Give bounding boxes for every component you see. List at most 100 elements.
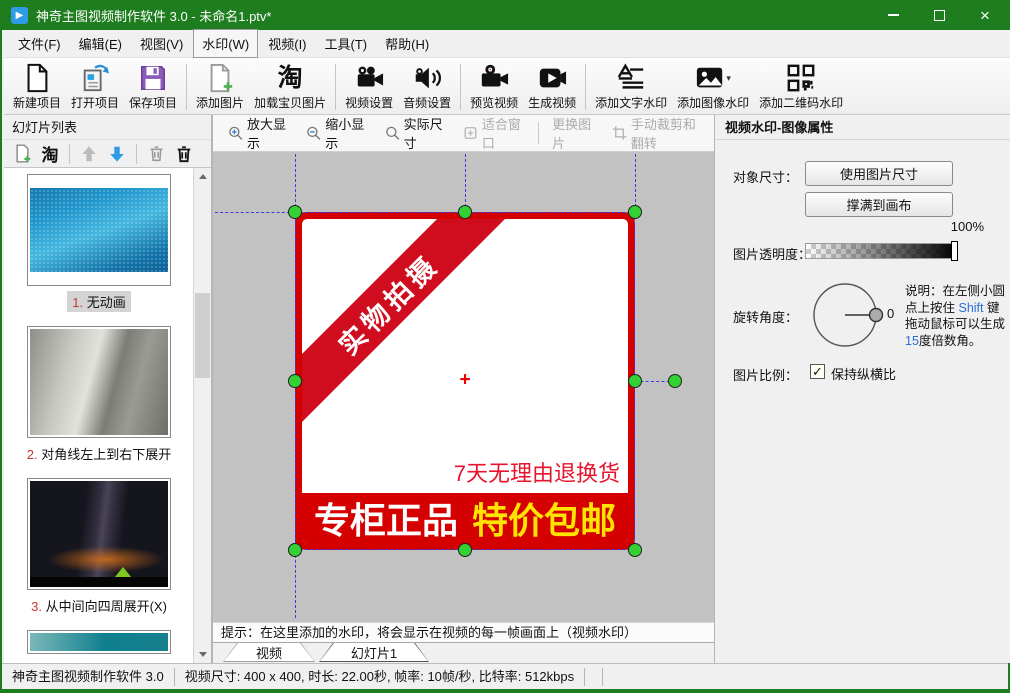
fit-window-button[interactable]: 适合窗口 [456,110,532,156]
menu-help[interactable]: 帮助(H) [377,30,437,57]
replace-image-button[interactable]: 更换图片 [545,110,603,156]
scroll-up-button[interactable] [194,168,211,185]
load-taobao-images-button[interactable]: 淘 加载宝贝图片 [249,61,331,113]
keep-aspect-label: 保持纵横比 [831,364,896,383]
ratio-label: 图片比例： [733,365,798,384]
keep-aspect-checkbox[interactable]: ✓ [810,364,825,379]
canvas[interactable]: 实物拍摄 7天无理由退换货 专柜正品 特价包邮 + [213,152,714,622]
add-qrcode-watermark-button[interactable]: 添加二维码水印 [754,61,848,113]
crop-flip-button[interactable]: 手动裁剪和翻转 [605,110,714,156]
statusbar-app-name: 神奇主图视频制作软件 3.0 [2,668,175,686]
guide-line [215,212,295,213]
zoom-out-button[interactable]: 缩小显示 [299,110,375,156]
handle-bottom-right[interactable] [628,543,642,557]
minimize-button[interactable] [870,0,916,30]
add-slide-button[interactable] [10,142,34,166]
add-text-watermark-button[interactable]: 添加文字水印 [590,61,672,113]
use-image-size-button[interactable]: 使用图片尺寸 [805,161,953,186]
move-up-button[interactable] [77,142,101,166]
open-project-button[interactable]: 打开项目 [66,61,124,113]
add-image-button[interactable]: 添加图片 [191,61,249,113]
slide-2-thumbnail[interactable] [30,329,168,435]
generate-video-button[interactable]: 生成视频 [523,61,581,113]
add-slide-icon [13,144,32,163]
preview-video-icon [479,63,509,93]
slide-3-thumbnail[interactable] [30,481,168,587]
zoom-in-icon [228,124,243,142]
text-watermark-icon [616,63,646,93]
slide-item-2[interactable]: 2. 对角线左上到右下展开 [4,326,194,464]
statusbar-video-info: 视频尺寸: 400 x 400, 时长: 22.00秒, 帧率: 10帧/秒, … [175,668,585,686]
chevron-down-icon: ▾ [726,73,731,84]
taobao-icon: 淘 [278,66,303,91]
fill-canvas-button[interactable]: 撑满到画布 [805,192,953,217]
new-project-button[interactable]: 新建项目 [8,61,66,113]
app-window: ▶ 神奇主图视频制作软件 3.0 - 未命名1.ptv* × 文件(F) 编辑(… [0,0,1010,693]
trash-all-icon [175,145,193,163]
scrollbar-thumb[interactable] [195,293,210,378]
slide-item-1[interactable]: 1. 无动画 [4,174,194,312]
menu-video[interactable]: 视频(I) [260,30,314,57]
menu-watermark[interactable]: 水印(W) [193,29,258,58]
new-project-icon [22,63,52,93]
tab-slide-1[interactable]: 幻灯片1 [319,643,429,662]
rotation-handle[interactable] [668,374,682,388]
slide-1-label: 1. 无动画 [67,291,130,312]
save-project-button[interactable]: 保存项目 [124,61,182,113]
toolbar-separator [585,64,586,110]
audio-settings-button[interactable]: 音频设置 [398,61,456,113]
handle-middle-right[interactable] [628,374,642,388]
object-size-label: 对象尺寸： [733,167,798,186]
handle-bottom-left[interactable] [288,543,302,557]
fit-window-icon [463,124,478,142]
close-button[interactable]: × [962,0,1008,30]
slide-list-scrollbar[interactable] [193,168,211,663]
video-settings-button[interactable]: 视频设置 [340,61,398,113]
window-title: 神奇主图视频制作软件 3.0 - 未命名1.ptv* [36,6,271,25]
delete-slide-button[interactable] [144,142,168,166]
menu-file[interactable]: 文件(F) [10,30,69,57]
editor-area: 放大显示 缩小显示 实际尺寸 适合窗口 更换图片 手动裁剪和翻转 [212,115,714,663]
toolbar-separator [460,64,461,110]
close-icon: × [980,7,990,24]
tab-video[interactable]: 视频 [223,643,315,662]
properties-title: 视频水印-图像属性 [715,115,1010,140]
menu-edit[interactable]: 编辑(E) [71,30,130,57]
move-down-button[interactable] [105,142,129,166]
rotation-label: 旋转角度： [733,307,798,326]
actual-size-button[interactable]: 实际尺寸 [378,110,454,156]
handle-bottom-center[interactable] [458,543,472,557]
zoom-out-icon [306,124,321,142]
audio-settings-icon [412,63,442,93]
maximize-icon [934,10,945,21]
zoom-in-button[interactable]: 放大显示 [221,110,297,156]
slide-1-thumbnail[interactable] [30,177,168,283]
handle-top-center[interactable] [458,205,472,219]
handle-top-right[interactable] [628,205,642,219]
preview-video-button[interactable]: 预览视频 [465,61,523,113]
opacity-slider-handle[interactable] [951,241,958,261]
add-image-watermark-button[interactable]: ▾ 添加图像水印 [672,61,754,113]
hint-bar: 提示：在这里添加的水印，将会显示在视频的每一帧画面上（视频水印） [213,622,714,642]
toolbar-separator [186,64,187,110]
menu-tools[interactable]: 工具(T) [317,30,376,57]
guide-line [635,154,636,212]
move-down-icon [108,145,126,163]
slide-item-4-partial[interactable] [4,630,194,654]
taobao-import-button[interactable]: 淘 [38,142,62,166]
move-up-icon [80,145,98,163]
handle-middle-left[interactable] [288,374,302,388]
scroll-down-button[interactable] [194,646,211,663]
slide-list-panel: 幻灯片列表 淘 1. 无动画 2. 对角线左上到右下展开 3. 从中间向四周展开… [4,115,212,663]
rotation-dial-dot[interactable] [870,309,883,322]
opacity-slider[interactable] [805,243,957,259]
titlebar: ▶ 神奇主图视频制作软件 3.0 - 未命名1.ptv* × [2,0,1008,30]
maximize-button[interactable] [916,0,962,30]
taobao-icon: 淘 [42,141,59,166]
menu-view[interactable]: 视图(V) [132,30,191,57]
slide-item-3[interactable]: 3. 从中间向四周展开(X) [4,478,194,616]
handle-top-left[interactable] [288,205,302,219]
scroll-down-icon [199,652,207,657]
rotation-dial[interactable] [807,277,917,353]
clear-all-slides-button[interactable] [172,142,196,166]
